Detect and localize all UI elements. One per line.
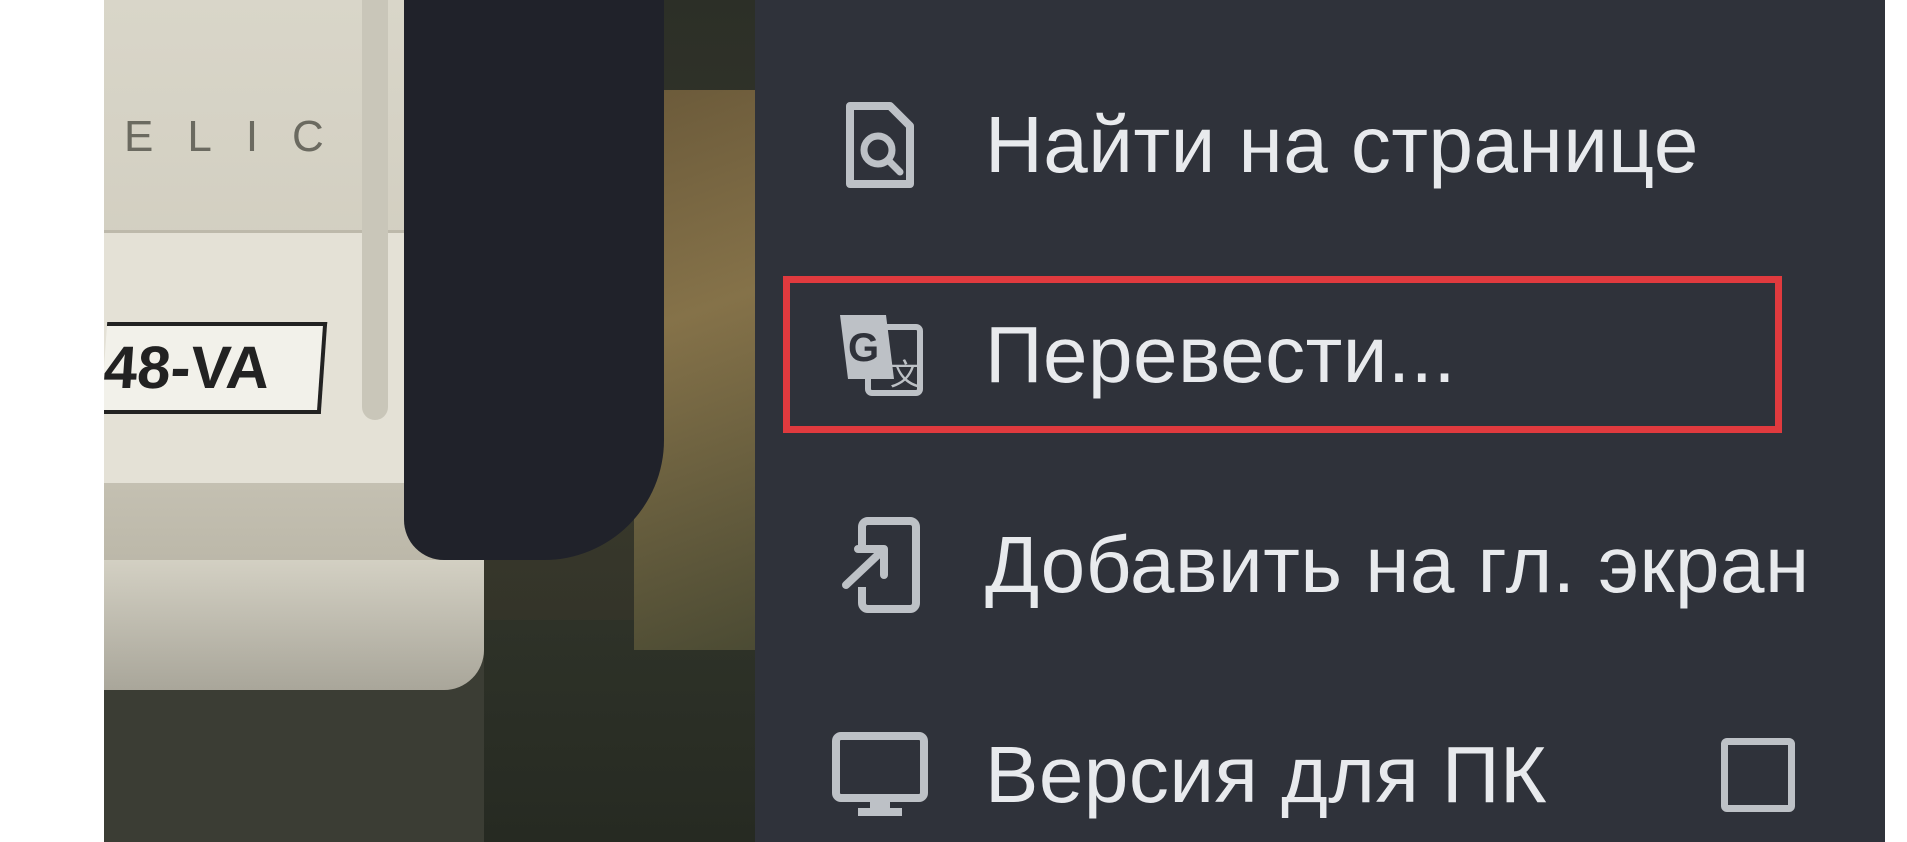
background-page-photo: ELIC 48-VA	[104, 0, 764, 842]
menu-item-find-in-page[interactable]: Найти на странице	[755, 60, 1885, 230]
menu-item-label: Найти на странице	[985, 100, 1699, 189]
photo-legs	[404, 0, 664, 560]
svg-text:G: G	[848, 326, 879, 370]
menu-item-translate[interactable]: G 文 Перевести...	[755, 270, 1885, 440]
desktop-icon	[825, 720, 935, 830]
photo-van-lettering: ELIC	[124, 112, 358, 161]
menu-item-label: Перевести...	[985, 310, 1457, 399]
google-translate-icon: G 文	[825, 300, 935, 410]
menu-item-add-to-home-screen[interactable]: Добавить на гл. экран	[755, 480, 1885, 650]
overflow-menu: Найти на странице G 文 Перевести... Добав…	[755, 0, 1885, 842]
find-in-page-icon	[825, 90, 935, 200]
screen: ELIC 48-VA Найти на странице G 文 Перевес…	[0, 0, 1907, 842]
desktop-version-checkbox[interactable]	[1721, 738, 1795, 812]
menu-item-desktop-version[interactable]: Версия для ПК	[755, 690, 1885, 842]
photo-pipe	[362, 0, 388, 420]
svg-text:文: 文	[890, 359, 920, 392]
menu-item-label: Добавить на гл. экран	[985, 520, 1810, 609]
photo-bumper	[104, 560, 484, 690]
photo-license-plate: 48-VA	[104, 322, 328, 414]
add-to-home-screen-icon	[825, 510, 935, 620]
menu-item-label: Версия для ПК	[985, 730, 1548, 819]
